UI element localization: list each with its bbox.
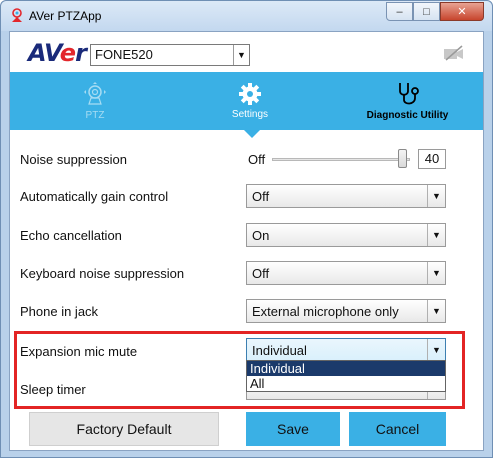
window-title: AVer PTZApp [29, 9, 102, 23]
chevron-down-icon[interactable]: ▼ [427, 262, 445, 284]
title-bar[interactable]: AVer PTZApp – □ ✕ [1, 1, 492, 31]
close-button[interactable]: ✕ [440, 2, 484, 21]
auto-gain-value: Off [252, 189, 270, 204]
keyboard-noise-value: Off [252, 266, 270, 281]
tab-settings-label: Settings [231, 109, 269, 120]
window-controls: – □ ✕ [386, 2, 484, 22]
tab-diagnostic-label: Diagnostic Utility [366, 110, 449, 121]
dropdown-option-individual[interactable]: Individual [247, 361, 445, 376]
keyboard-noise-select[interactable]: Off ▼ [246, 261, 446, 285]
logo-part: r [75, 39, 87, 67]
camera-off-icon[interactable] [443, 45, 465, 61]
aver-logo: AVer [28, 39, 87, 67]
dropdown-option-all[interactable]: All [247, 376, 445, 391]
echo-cancel-label: Echo cancellation [20, 228, 122, 243]
app-window: AVer PTZApp – □ ✕ AVer FONE520 ▼ PTZ Set… [0, 0, 493, 458]
chevron-down-icon[interactable]: ▼ [427, 185, 445, 207]
tab-diagnostic[interactable]: Diagnostic Utility [360, 72, 455, 130]
phone-jack-select[interactable]: External microphone only ▼ [246, 299, 446, 323]
logo-part-accent: e [59, 39, 76, 67]
expansion-mute-select[interactable]: Individual ▼ [246, 338, 446, 362]
chevron-down-icon[interactable]: ▼ [233, 45, 249, 65]
noise-suppression-label: Noise suppression [20, 152, 127, 167]
logo-part: AV [28, 39, 61, 67]
stethoscope-icon [398, 83, 419, 105]
keyboard-noise-label: Keyboard noise suppression [20, 266, 185, 281]
expansion-mute-label: Expansion mic mute [20, 344, 138, 359]
echo-cancel-value: On [252, 228, 270, 243]
expansion-mute-dropdown: Individual All [246, 360, 446, 392]
app-icon [12, 8, 22, 22]
active-tab-pointer [244, 130, 260, 138]
auto-gain-label: Automatically gain control [20, 189, 169, 204]
expansion-mute-value: Individual [252, 343, 307, 358]
echo-cancel-select[interactable]: On ▼ [246, 223, 446, 247]
chevron-down-icon[interactable]: ▼ [427, 339, 445, 361]
auto-gain-select[interactable]: Off ▼ [246, 184, 446, 208]
noise-slider-track[interactable] [272, 158, 410, 161]
ptz-camera-icon [84, 82, 106, 105]
gear-icon [239, 83, 261, 105]
noise-slider-value[interactable]: 40 [418, 149, 446, 169]
chevron-down-icon[interactable]: ▼ [427, 224, 445, 246]
tab-settings[interactable]: Settings [220, 72, 280, 130]
app-content: AVer FONE520 ▼ PTZ Settings Diagnostic U… [9, 31, 484, 451]
sleep-timer-label: Sleep timer [20, 382, 86, 397]
phone-jack-value: External microphone only [252, 304, 399, 319]
tab-ptz[interactable]: PTZ [65, 72, 125, 130]
device-select[interactable]: FONE520 ▼ [90, 44, 250, 66]
factory-default-button[interactable]: Factory Default [29, 412, 219, 446]
tab-ptz-label: PTZ [85, 110, 105, 121]
save-button[interactable]: Save [246, 412, 340, 446]
brand-row: AVer FONE520 ▼ [10, 32, 483, 72]
noise-slider-min-label: Off [248, 152, 266, 167]
maximize-button[interactable]: □ [413, 2, 440, 21]
chevron-down-icon[interactable]: ▼ [427, 300, 445, 322]
tab-bar: PTZ Settings Diagnostic Utility [10, 72, 483, 130]
cancel-button[interactable]: Cancel [349, 412, 446, 446]
minimize-button[interactable]: – [386, 2, 413, 21]
device-select-value: FONE520 [95, 47, 153, 62]
noise-slider-thumb[interactable] [398, 149, 408, 168]
phone-jack-label: Phone in jack [20, 304, 99, 319]
